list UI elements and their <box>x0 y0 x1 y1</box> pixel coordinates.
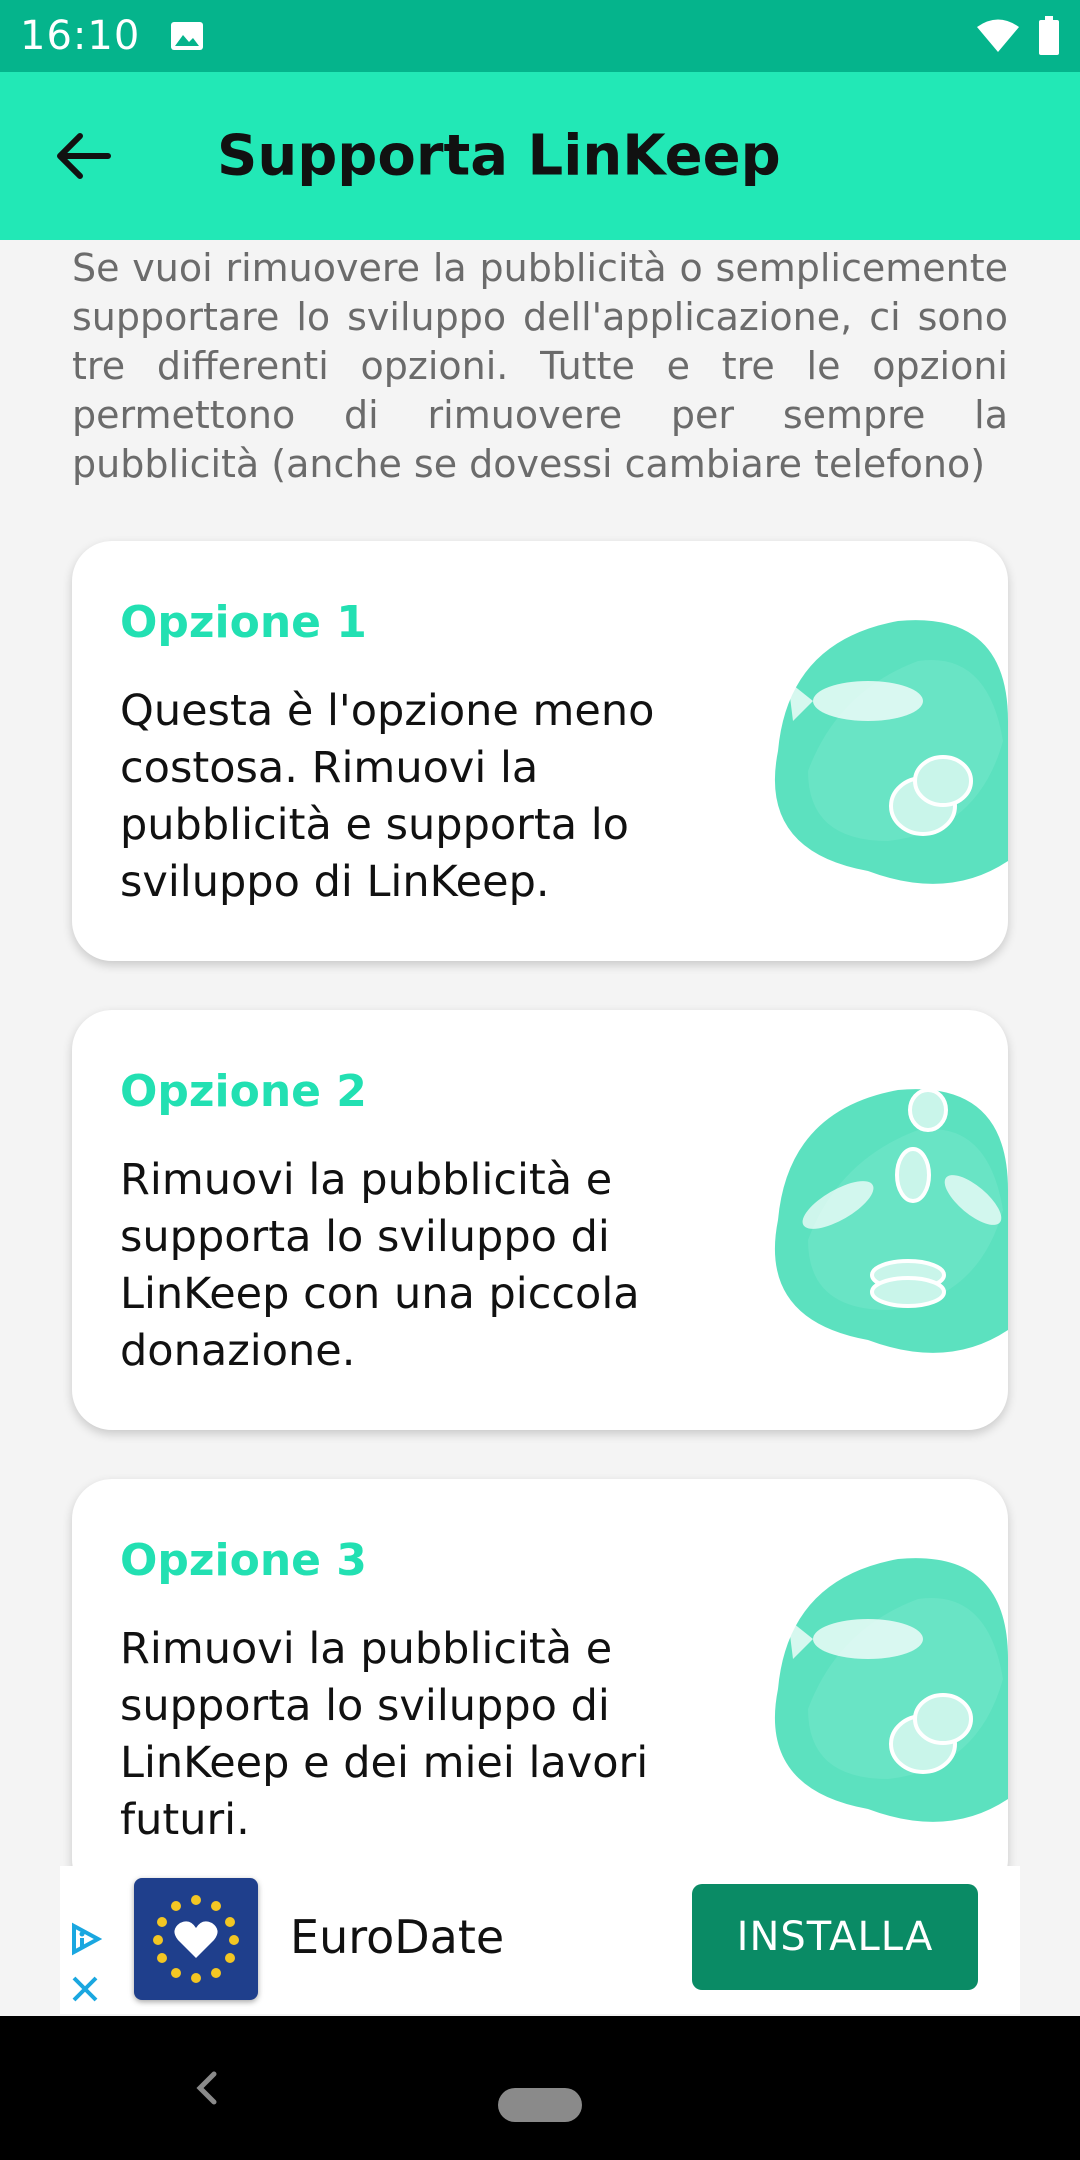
ad-choices-icon[interactable] <box>68 1922 102 1956</box>
fish-coins-illustration <box>774 620 1008 884</box>
heart-stars-icon <box>153 1895 239 1983</box>
nav-home-pill[interactable] <box>498 2088 582 2122</box>
fish-coins-illustration <box>774 1558 1008 1822</box>
option-title: Opzione 2 <box>120 1066 367 1117</box>
option-description: Rimuovi la pubblicità e supporta lo svil… <box>120 1155 640 1376</box>
wifi-icon <box>977 19 1019 52</box>
option-card-1[interactable]: Opzione 1 Questa è l'opzione meno costos… <box>72 541 1008 961</box>
fish-coins-illustration <box>774 1088 1008 1353</box>
page-title: Supporta LinKeep <box>217 123 781 189</box>
option-description: Questa è l'opzione meno costosa. Rimuovi… <box>120 686 655 907</box>
ad-banner[interactable]: EuroDate INSTALLA <box>60 1866 1020 2014</box>
option-card-2[interactable]: Opzione 2 Rimuovi la pubblicità e suppor… <box>72 1010 1008 1430</box>
system-nav-bar <box>0 2016 1080 2160</box>
option-description: Rimuovi la pubblicità e supporta lo svil… <box>120 1624 649 1845</box>
back-button[interactable] <box>48 120 120 192</box>
status-bar: 16:10 <box>0 0 1080 72</box>
app-bar: Supporta LinKeep <box>0 72 1080 240</box>
option-title: Opzione 3 <box>120 1535 367 1586</box>
option-card-3[interactable]: Opzione 3 Rimuovi la pubblicità e suppor… <box>72 1479 1008 1899</box>
status-time: 16:10 <box>20 13 141 59</box>
install-button[interactable]: INSTALLA <box>692 1884 978 1990</box>
option-title: Opzione 1 <box>120 597 367 648</box>
intro-text: Se vuoi rimuovere la pubblicità o sempli… <box>72 246 1008 486</box>
ad-app-logo <box>134 1878 258 2000</box>
image-icon <box>171 22 204 50</box>
arrow-left-icon <box>57 133 111 179</box>
ad-app-name: EuroDate <box>290 1910 505 1964</box>
battery-icon <box>1039 16 1059 55</box>
close-icon[interactable] <box>70 1974 100 2004</box>
nav-back-icon[interactable] <box>192 2068 220 2108</box>
